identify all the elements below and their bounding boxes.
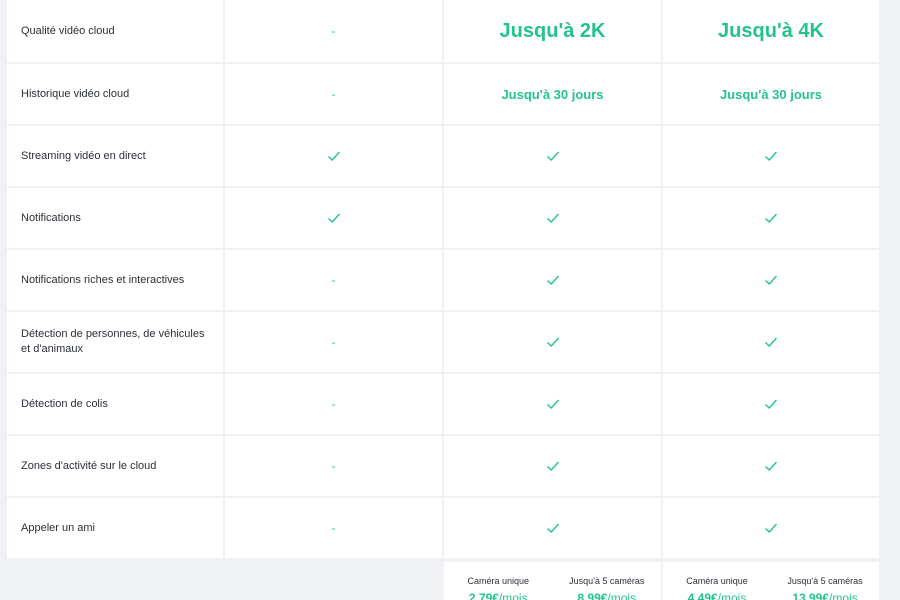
basic-cell: - <box>225 312 442 372</box>
plan-4k-cell <box>663 188 879 248</box>
plan-2k-cell <box>444 436 661 496</box>
check-icon <box>546 461 559 471</box>
basic-cell: - <box>225 498 442 558</box>
check-icon <box>765 399 778 409</box>
basic-cell <box>225 126 442 186</box>
plan-4k-cell <box>663 436 879 496</box>
check-icon <box>546 275 559 285</box>
plan-2k-cell <box>444 250 661 310</box>
plan-2k-cell: Jusqu'à 30 jours <box>444 64 661 124</box>
plan-2k-cell <box>444 374 661 434</box>
feature-label: Appeler un ami <box>7 498 223 558</box>
plan-4k-value: Jusqu'à 4K <box>718 19 824 42</box>
not-included-dash: - <box>331 273 336 287</box>
plan-2k-value: Jusqu'à 30 jours <box>501 86 604 102</box>
price-caption: Jusqu'à 5 caméras <box>569 576 645 586</box>
feature-label: Historique vidéo cloud <box>7 64 223 124</box>
feature-label: Détection de personnes, de véhicules et … <box>7 312 223 372</box>
plan-4k-cell <box>663 126 879 186</box>
plan-2k-cell <box>444 498 661 558</box>
check-icon <box>765 337 778 347</box>
price-period: /mois <box>607 591 637 600</box>
check-icon <box>546 337 559 347</box>
price-caption: Jusqu'à 5 caméras <box>787 576 863 586</box>
plan-2k-cell <box>444 188 661 248</box>
feature-comparison-table: Qualité vidéo cloud - Jusqu'à 2K Jusqu'à… <box>7 0 879 560</box>
basic-cell: - <box>225 64 442 124</box>
feature-label: Qualité vidéo cloud <box>7 0 223 62</box>
price-amount: 2,79€ <box>468 591 499 600</box>
not-included-dash: - <box>331 459 336 473</box>
feature-label: Zones d'activité sur le cloud <box>7 436 223 496</box>
check-icon <box>327 151 340 161</box>
price-caption: Caméra unique <box>686 576 748 586</box>
price-period: /mois <box>717 591 747 600</box>
multi-camera-price: Jusqu'à 5 caméras 13,99€/mois <box>771 562 879 600</box>
check-icon <box>765 523 778 533</box>
not-included-dash: - <box>331 335 336 349</box>
check-icon <box>546 213 559 223</box>
price-value: 13,99€/mois <box>771 591 879 600</box>
price-value: 8,99€/mois <box>553 591 662 600</box>
feature-label: Détection de colis <box>7 374 223 434</box>
price-period: /mois <box>829 591 858 600</box>
plan-2k-pricing: Caméra unique 2,79€/mois Jusqu'à 5 camér… <box>444 562 661 600</box>
plan-4k-cell <box>663 374 879 434</box>
plan-2k-cell <box>444 126 661 186</box>
pricing-row: Caméra unique 2,79€/mois Jusqu'à 5 camér… <box>444 562 879 600</box>
check-icon <box>546 523 559 533</box>
plan-4k-cell: Jusqu'à 4K <box>663 0 879 62</box>
plan-4k-cell <box>663 312 879 372</box>
price-amount: 4,49€ <box>687 591 718 600</box>
price-amount: 13,99€ <box>792 591 830 600</box>
check-icon <box>765 213 778 223</box>
basic-cell <box>225 188 442 248</box>
plan-2k-cell: Jusqu'à 2K <box>444 0 661 62</box>
single-camera-price: Caméra unique 2,79€/mois <box>444 562 553 600</box>
feature-label: Streaming vidéo en direct <box>7 126 223 186</box>
price-period: /mois <box>498 591 528 600</box>
check-icon <box>546 399 559 409</box>
price-caption: Caméra unique <box>467 576 530 586</box>
plan-4k-cell: Jusqu'à 30 jours <box>663 64 879 124</box>
plan-4k-pricing: Caméra unique 4,49€/mois Jusqu'à 5 camér… <box>663 562 879 600</box>
not-included-dash: - <box>331 397 336 411</box>
check-icon <box>765 275 778 285</box>
plan-4k-cell <box>663 250 879 310</box>
not-included-dash: - <box>331 24 336 38</box>
check-icon <box>327 213 340 223</box>
feature-label: Notifications <box>7 188 223 248</box>
plan-2k-cell <box>444 312 661 372</box>
check-icon <box>765 461 778 471</box>
not-included-dash: - <box>331 87 336 101</box>
plan-4k-cell <box>663 498 879 558</box>
plan-2k-value: Jusqu'à 2K <box>499 19 606 42</box>
not-included-dash: - <box>331 521 336 535</box>
price-value: 4,49€/mois <box>663 591 771 600</box>
basic-cell: - <box>225 436 442 496</box>
plan-4k-value: Jusqu'à 30 jours <box>719 86 823 102</box>
price-value: 2,79€/mois <box>444 591 553 600</box>
single-camera-price: Caméra unique 4,49€/mois <box>663 562 771 600</box>
price-amount: 8,99€ <box>577 591 608 600</box>
basic-cell: - <box>225 0 442 62</box>
basic-cell: - <box>225 250 442 310</box>
check-icon <box>765 151 778 161</box>
check-icon <box>546 151 559 161</box>
multi-camera-price: Jusqu'à 5 caméras 8,99€/mois <box>553 562 662 600</box>
basic-cell: - <box>225 374 442 434</box>
feature-label: Notifications riches et interactives <box>7 250 223 310</box>
